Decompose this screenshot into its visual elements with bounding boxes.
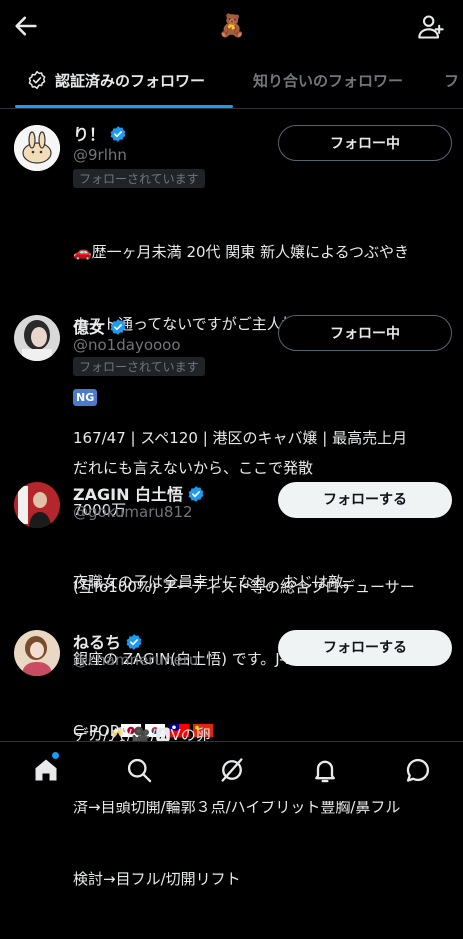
tab-label: フ (444, 72, 460, 90)
verified-badge-icon (110, 126, 126, 142)
bio-line: (互fo100%) アーティスト等の総合プロデューサー (73, 578, 415, 596)
search-icon[interactable] (125, 756, 153, 784)
bottom-navigation (0, 741, 463, 801)
display-name: 億女 (73, 318, 106, 337)
bear-icon: 🧸 (218, 14, 246, 39)
notification-dot (52, 752, 59, 759)
following-button[interactable]: フォロー中 (278, 315, 452, 351)
user-handle: @no1dayoooo (73, 336, 181, 354)
verified-badge-icon (126, 634, 142, 650)
avatar[interactable] (14, 125, 60, 171)
following-button[interactable]: フォロー中 (278, 125, 452, 161)
tab-label: 知り合いのフォロワー (253, 72, 404, 90)
display-name: ZAGIN 白土悟 (73, 485, 184, 504)
user-name[interactable]: り！ (73, 121, 127, 145)
avatar[interactable] (14, 482, 60, 528)
user-bio: デカ/🥂/🎥/🅰Vの卵 済→目頭切開/輪郭３点/ハイブリット豊胸/鼻フル 検討→… (73, 675, 453, 939)
user-handle: @9rlhn (73, 146, 127, 164)
tab-followers[interactable]: フ (444, 55, 459, 108)
follow-button[interactable]: フォローする (278, 482, 452, 518)
user-name[interactable]: ねるち (73, 629, 143, 653)
avatar[interactable] (14, 630, 60, 676)
grok-icon[interactable] (218, 756, 246, 784)
avatar-image (14, 630, 60, 676)
tab-label: 認証済みのフォロワー (55, 72, 206, 90)
add-user-icon[interactable] (417, 12, 445, 42)
tab-verified-followers[interactable]: 認証済みのフォロワー (27, 55, 205, 108)
follows-you-badge: フォローされています (73, 357, 205, 376)
avatar-image (14, 482, 60, 528)
bio-line: 検討→目フル/切開リフト (73, 870, 241, 888)
messages-icon[interactable] (404, 756, 432, 784)
verified-badge-icon (110, 319, 126, 335)
display-name: ねるち (73, 633, 122, 652)
tab-known-followers[interactable]: 知り合いのフォロワー (253, 55, 403, 108)
notifications-icon[interactable] (311, 756, 339, 784)
avatar-image (14, 315, 60, 361)
bio-line: 167/47 | スペ120 | 港区のキャバ嬢 | 最高売上月 (73, 429, 408, 447)
user-handle: @gokumaru812 (73, 503, 193, 521)
top-bar: 🧸 (0, 0, 463, 55)
verified-badge-outline-icon (28, 70, 46, 90)
follows-you-badge: フォローされています (73, 169, 205, 188)
avatar-image (14, 125, 60, 171)
verified-badge-icon (188, 486, 204, 502)
avatar[interactable] (14, 315, 60, 361)
user-handle: @chamneruneru (73, 651, 199, 669)
display-name: り！ (73, 125, 106, 144)
home-icon[interactable] (32, 756, 60, 784)
back-arrow-icon[interactable] (12, 12, 40, 40)
user-name[interactable]: ZAGIN 白土悟 (73, 481, 205, 505)
follower-tabs: 認証済みのフォロワー 知り合いのフォロワー フ (0, 55, 463, 109)
bio-line: 🚗歴一ヶ月未満 20代 関東 新人嬢によるつぶやき (73, 243, 410, 261)
follow-button[interactable]: フォローする (278, 630, 452, 666)
active-tab-indicator (15, 105, 233, 108)
user-name[interactable]: 億女 (73, 314, 127, 338)
